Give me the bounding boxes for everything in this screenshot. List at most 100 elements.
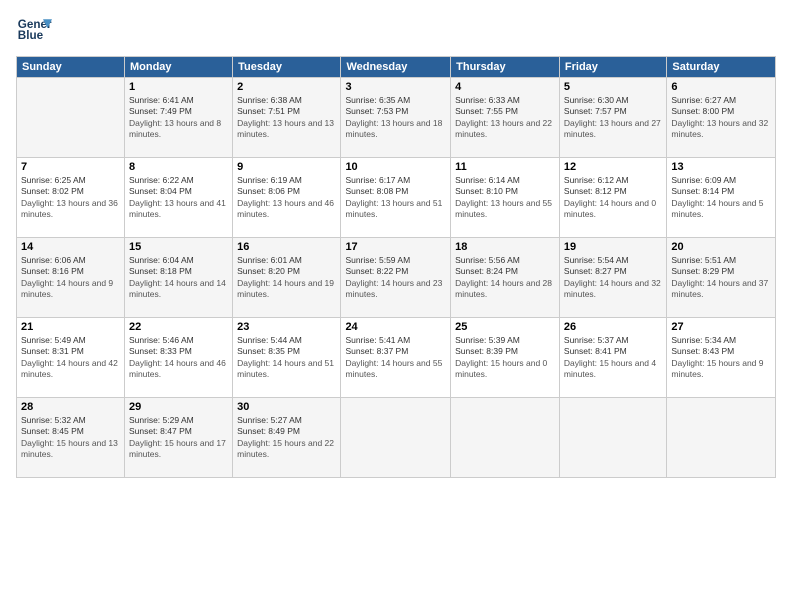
cell-sunrise: Sunrise: 5:32 AM [21,415,86,425]
cell-sun-info: Sunrise: 6:41 AMSunset: 7:49 PMDaylight:… [129,95,228,141]
cell-daylight: Daylight: 13 hours and 36 minutes. [21,198,118,219]
cell-sun-info: Sunrise: 5:29 AMSunset: 8:47 PMDaylight:… [129,415,228,461]
cell-sunrise: Sunrise: 6:35 AM [345,95,410,105]
svg-text:Blue: Blue [18,29,44,42]
cell-sunset: Sunset: 8:24 PM [455,266,518,276]
calendar-cell: 15 Sunrise: 6:04 AMSunset: 8:18 PMDayligh… [124,238,232,318]
cell-day-number: 18 [455,241,555,253]
cell-daylight: Daylight: 13 hours and 22 minutes. [455,118,552,139]
cell-day-number: 4 [455,81,555,93]
cell-sunrise: Sunrise: 6:22 AM [129,175,194,185]
cell-sunrise: Sunrise: 5:27 AM [237,415,302,425]
cell-day-number: 28 [21,401,120,413]
cell-daylight: Daylight: 13 hours and 13 minutes. [237,118,334,139]
calendar-cell: 16 Sunrise: 6:01 AMSunset: 8:20 PMDayligh… [233,238,341,318]
calendar-week-row: 7Sunrise: 6:25 AMSunset: 8:02 PMDaylight… [17,158,776,238]
cell-sun-info: Sunrise: 6:12 AMSunset: 8:12 PMDaylight:… [564,175,662,221]
cell-sunrise: Sunrise: 5:46 AM [129,335,194,345]
calendar-cell: 13 Sunrise: 6:09 AMSunset: 8:14 PMDayligh… [667,158,776,238]
cell-daylight: Daylight: 13 hours and 8 minutes. [129,118,221,139]
cell-sunset: Sunset: 8:20 PM [237,266,300,276]
cell-sunset: Sunset: 8:18 PM [129,266,192,276]
calendar-cell: 3Sunrise: 6:35 AMSunset: 7:53 PMDaylight… [341,78,451,158]
header: General Blue [16,12,776,48]
cell-sun-info: Sunrise: 5:56 AMSunset: 8:24 PMDaylight:… [455,255,555,301]
cell-day-number: 17 [345,241,446,253]
calendar-cell: 8Sunrise: 6:22 AMSunset: 8:04 PMDaylight… [124,158,232,238]
calendar-cell: 7Sunrise: 6:25 AMSunset: 8:02 PMDaylight… [17,158,125,238]
cell-daylight: Daylight: 13 hours and 51 minutes. [345,198,442,219]
cell-sunrise: Sunrise: 6:25 AM [21,175,86,185]
calendar-cell: 5Sunrise: 6:30 AMSunset: 7:57 PMDaylight… [559,78,666,158]
cell-sun-info: Sunrise: 5:41 AMSunset: 8:37 PMDaylight:… [345,335,446,381]
cell-sunrise: Sunrise: 5:51 AM [671,255,736,265]
cell-sun-info: Sunrise: 6:38 AMSunset: 7:51 PMDaylight:… [237,95,336,141]
calendar-weekday-wednesday: Wednesday [341,57,451,78]
cell-sunrise: Sunrise: 5:39 AM [455,335,520,345]
cell-day-number: 9 [237,161,336,173]
cell-day-number: 8 [129,161,228,173]
cell-sun-info: Sunrise: 5:27 AMSunset: 8:49 PMDaylight:… [237,415,336,461]
calendar-cell: 29Sunrise: 5:29 AMSunset: 8:47 PMDayligh… [124,398,232,478]
cell-daylight: Daylight: 15 hours and 9 minutes. [671,358,763,379]
calendar-table: SundayMondayTuesdayWednesdayThursdayFrid… [16,56,776,478]
calendar-cell: 2Sunrise: 6:38 AMSunset: 7:51 PMDaylight… [233,78,341,158]
cell-sunset: Sunset: 8:49 PM [237,426,300,436]
cell-sunset: Sunset: 7:51 PM [237,106,300,116]
logo-icon: General Blue [16,12,52,48]
calendar-cell: 25Sunrise: 5:39 AMSunset: 8:39 PMDayligh… [451,318,560,398]
cell-sun-info: Sunrise: 6:09 AMSunset: 8:14 PMDaylight:… [671,175,771,221]
cell-sun-info: Sunrise: 6:14 AMSunset: 8:10 PMDaylight:… [455,175,555,221]
calendar-cell: 10Sunrise: 6:17 AMSunset: 8:08 PMDayligh… [341,158,451,238]
cell-sunset: Sunset: 8:35 PM [237,346,300,356]
cell-sunset: Sunset: 8:04 PM [129,186,192,196]
cell-sunset: Sunset: 8:41 PM [564,346,627,356]
cell-day-number: 15 [129,241,228,253]
cell-sunset: Sunset: 8:00 PM [671,106,734,116]
cell-sun-info: Sunrise: 6:27 AMSunset: 8:00 PMDaylight:… [671,95,771,141]
cell-sun-info: Sunrise: 5:37 AMSunset: 8:41 PM Daylight:… [564,335,662,381]
cell-daylight: Daylight: 14 hours and 0 minutes. [564,198,656,219]
cell-sun-info: Sunrise: 6:04 AMSunset: 8:18 PMDaylight:… [129,255,228,301]
cell-sunrise: Sunrise: 6:27 AM [671,95,736,105]
cell-sunrise: Sunrise: 6:12 AM [564,175,629,185]
cell-sunset: Sunset: 8:39 PM [455,346,518,356]
calendar-weekday-friday: Friday [559,57,666,78]
calendar-cell: 4Sunrise: 6:33 AMSunset: 7:55 PMDaylight… [451,78,560,158]
cell-day-number: 26 [564,321,662,333]
calendar-cell: 1Sunrise: 6:41 AMSunset: 7:49 PMDaylight… [124,78,232,158]
calendar-week-row: 21Sunrise: 5:49 AMSunset: 8:31 PMDayligh… [17,318,776,398]
cell-sunrise: Sunrise: 5:37 AM [564,335,629,345]
cell-sun-info: Sunrise: 6:19 AMSunset: 8:06 PMDaylight:… [237,175,336,221]
calendar-cell: 11Sunrise: 6:14 AMSunset: 8:10 PMDayligh… [451,158,560,238]
cell-daylight: Daylight: 13 hours and 18 minutes. [345,118,442,139]
cell-daylight: Daylight: 14 hours and 55 minutes. [345,358,442,379]
calendar-cell: 14Sunrise: 6:06 AMSunset: 8:16 PMDayligh… [17,238,125,318]
cell-daylight: Daylight: 14 hours and 14 minutes. [129,278,226,299]
cell-sunset: Sunset: 8:33 PM [129,346,192,356]
cell-daylight: Daylight: 15 hours and 0 minutes. [455,358,547,379]
calendar-cell: 17Sunrise: 5:59 AMSunset: 8:22 PMDayligh… [341,238,451,318]
cell-daylight: Daylight: 15 hours and 17 minutes. [129,438,226,459]
calendar-cell: 20Sunrise: 5:51 AMSunset: 8:29 PMDayligh… [667,238,776,318]
cell-day-number: 13 [671,161,771,173]
cell-daylight: Daylight: 14 hours and 9 minutes. [21,278,113,299]
cell-sunrise: Sunrise: 5:49 AM [21,335,86,345]
cell-sunset: Sunset: 8:37 PM [345,346,408,356]
cell-sunrise: Sunrise: 6:33 AM [455,95,520,105]
calendar-cell [17,78,125,158]
cell-day-number: 21 [21,321,120,333]
cell-daylight: Daylight: 15 hours and 4 minutes. [564,358,656,379]
cell-daylight: Daylight: 13 hours and 46 minutes. [237,198,334,219]
calendar-cell [341,398,451,478]
cell-day-number: 14 [21,241,120,253]
calendar-weekday-monday: Monday [124,57,232,78]
cell-sun-info: Sunrise: 6:25 AMSunset: 8:02 PMDaylight:… [21,175,120,221]
cell-sun-info: Sunrise: 6:01 AMSunset: 8:20 PMDaylight:… [237,255,336,301]
cell-day-number: 19 [564,241,662,253]
cell-sun-info: Sunrise: 6:17 AMSunset: 8:08 PMDaylight:… [345,175,446,221]
cell-day-number: 16 [237,241,336,253]
calendar-header-row: SundayMondayTuesdayWednesdayThursdayFrid… [17,57,776,78]
cell-sunrise: Sunrise: 6:06 AM [21,255,86,265]
cell-sunrise: Sunrise: 6:09 AM [671,175,736,185]
